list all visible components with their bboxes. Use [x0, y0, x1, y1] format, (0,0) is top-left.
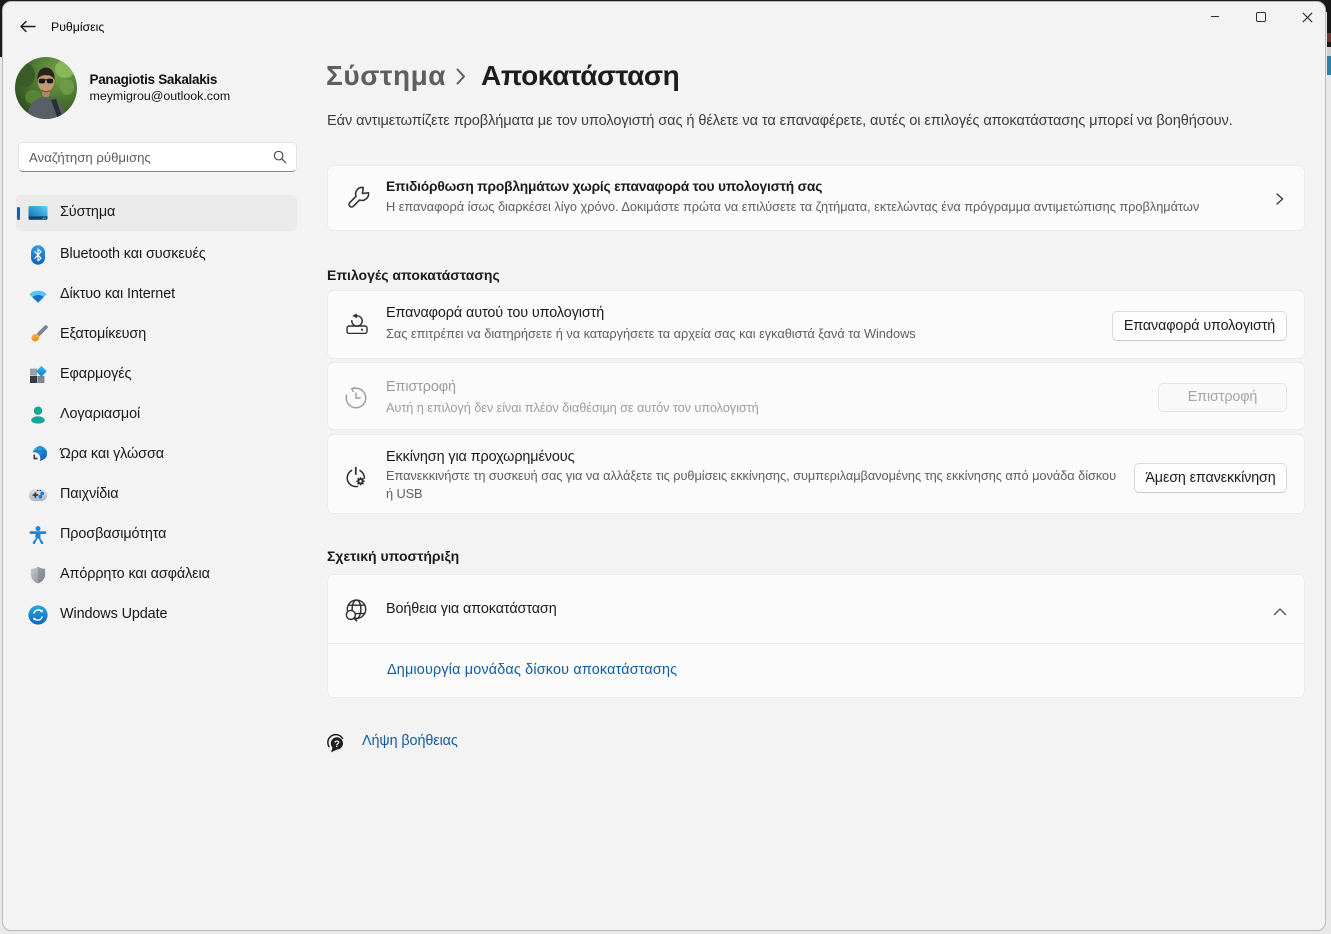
- svg-text:?: ?: [334, 739, 340, 750]
